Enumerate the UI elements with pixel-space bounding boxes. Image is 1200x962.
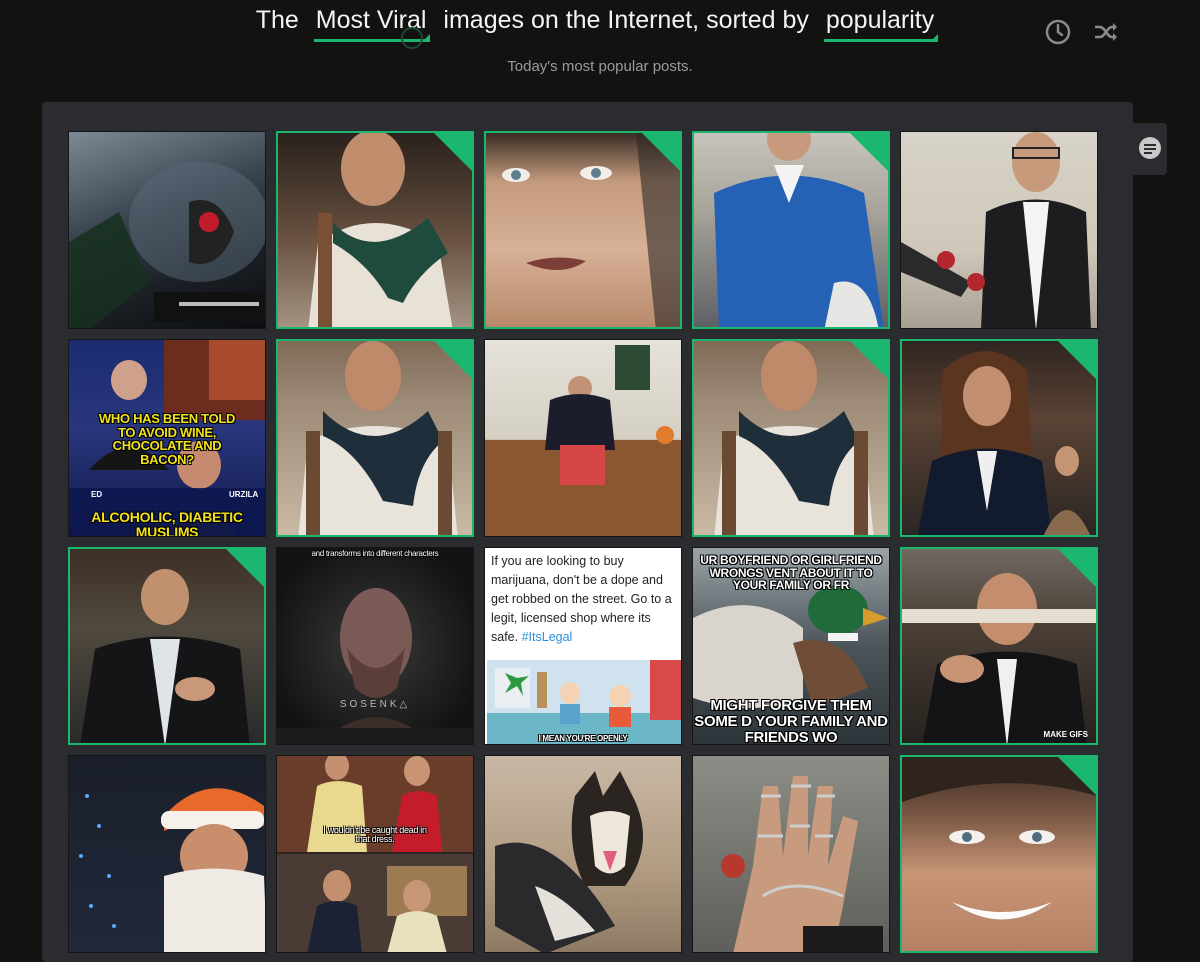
tile-image-cartoon <box>487 660 681 744</box>
headline: The Most Viral images on the Internet, s… <box>0 6 1200 42</box>
grid-tile[interactable]: and transforms into different characters… <box>276 547 474 745</box>
tile-caption: I wouldn't be caught dead in that dress. <box>323 825 427 845</box>
grid-tile[interactable]: UR BOYFRIEND OR GIRLFRIEND WRONGS VENT A… <box>692 547 890 745</box>
comments-toggle[interactable] <box>1133 123 1167 175</box>
tile-image-classroom <box>485 345 681 536</box>
grid-tile[interactable] <box>68 131 266 329</box>
grid-tile[interactable] <box>484 131 682 329</box>
promoted-corner <box>1058 757 1096 795</box>
tile-caption: SOSENK△ <box>339 699 411 710</box>
grid-tile[interactable] <box>900 755 1098 953</box>
promoted-corner <box>850 133 888 171</box>
tile-image-man-glasses <box>901 132 1091 328</box>
tile-image-hand-jewelry <box>721 776 883 952</box>
grid-tile[interactable] <box>692 131 890 329</box>
tile-image-santa <box>79 788 265 952</box>
grid-tile[interactable]: WHO HAS BEEN TOLD TO AVOID WINE, CHOCOLA… <box>68 339 266 537</box>
grid-tile[interactable] <box>276 339 474 537</box>
promoted-corner <box>642 133 680 171</box>
sort-dropdown-popularity[interactable]: popularity <box>823 6 939 42</box>
chat-bubble-icon <box>1139 137 1161 159</box>
dropdown-caret-icon <box>930 34 939 42</box>
promoted-corner <box>434 341 472 379</box>
tile-image-sitcom <box>277 756 473 952</box>
promoted-corner <box>434 133 472 171</box>
grid-tile[interactable]: If you are looking to buy marijuana, don… <box>484 547 682 745</box>
clock-icon <box>1045 19 1071 45</box>
tile-label: ED <box>91 490 103 499</box>
grid-tile[interactable] <box>692 755 890 953</box>
grid-tile[interactable] <box>900 339 1098 537</box>
tile-image-dogs <box>495 771 643 952</box>
tile-caption: and transforms into different characters <box>311 549 439 558</box>
page-header: The Most Viral images on the Internet, s… <box>0 0 1200 90</box>
loading-spinner-icon <box>401 27 423 49</box>
tile-label: URZILA <box>229 490 259 499</box>
tile-image-hexagon-armor <box>69 162 265 328</box>
grid-tile[interactable]: I wouldn't be caught dead in that dress. <box>276 755 474 953</box>
grid-tile[interactable] <box>276 131 474 329</box>
grid-tile[interactable] <box>68 755 266 953</box>
tile-watermark: MAKE GIFS <box>1043 730 1088 739</box>
grid-tile[interactable]: MAKE GIFS <box>900 547 1098 745</box>
dropdown-caret-icon <box>422 34 431 42</box>
sort-dropdown-popularity-label: popularity <box>825 6 935 34</box>
grid-tile[interactable] <box>484 755 682 953</box>
headline-prefix: The <box>255 6 299 34</box>
promoted-corner <box>1058 549 1096 587</box>
promoted-corner <box>226 549 264 587</box>
grid-tile[interactable] <box>900 131 1098 329</box>
random-button[interactable] <box>1092 18 1120 46</box>
promoted-corner <box>850 341 888 379</box>
page-subtitle: Today's most popular posts. <box>507 58 693 75</box>
promoted-corner <box>1058 341 1096 379</box>
grid-tile[interactable] <box>692 339 890 537</box>
tile-caption: MIGHT FORGIVE THEM SOME D YOUR FAMILY AN… <box>694 697 888 745</box>
tile-caption: WHO HAS BEEN TOLD TO AVOID WINE, CHOCOLA… <box>98 411 236 467</box>
grid-tile[interactable] <box>484 339 682 537</box>
grid-tile[interactable] <box>68 547 266 745</box>
tile-caption: UR BOYFRIEND OR GIRLFRIEND WRONGS VENT A… <box>700 553 882 593</box>
time-filter-button[interactable] <box>1044 18 1072 46</box>
tile-image-creature-mask <box>277 588 473 744</box>
headline-middle: images on the Internet, sorted by <box>443 6 809 34</box>
shuffle-icon <box>1095 23 1117 41</box>
tile-caption: ALCOHOLIC, DIABETIC MUSLIMS <box>91 509 243 537</box>
tile-caption: I MEAN YOU'RE OPENLY <box>538 734 628 743</box>
